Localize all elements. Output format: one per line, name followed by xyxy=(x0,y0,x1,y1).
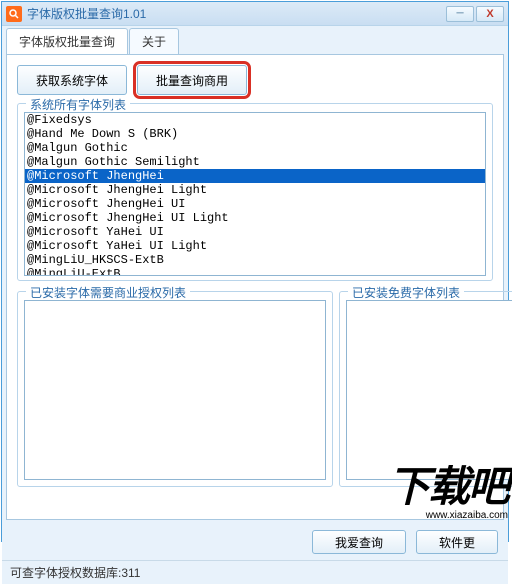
free-fonts-legend: 已安装免费字体列表 xyxy=(348,284,464,301)
need-license-listbox[interactable] xyxy=(24,300,326,480)
close-button[interactable]: X xyxy=(476,6,504,22)
font-list-item[interactable]: @MingLiU_HKSCS-ExtB xyxy=(25,253,485,267)
free-fonts-group: 已安装免费字体列表 xyxy=(339,291,512,487)
font-list-item[interactable]: @Microsoft YaHei UI Light xyxy=(25,239,485,253)
app-window: 字体版权批量查询1.01 ─ X 字体版权批量查询 关于 获取系统字体 批量查询… xyxy=(1,1,509,542)
all-fonts-listbox[interactable]: @Fixedsys@Hand Me Down S (BRK)@Malgun Go… xyxy=(24,112,486,276)
font-list-item[interactable]: @Fixedsys xyxy=(25,113,485,127)
font-list-item[interactable]: @Microsoft YaHei UI xyxy=(25,225,485,239)
font-list-item[interactable]: @Malgun Gothic xyxy=(25,141,485,155)
need-license-group: 已安装字体需要商业授权列表 xyxy=(17,291,333,487)
font-list-item[interactable]: @Microsoft JhengHei UI Light xyxy=(25,211,485,225)
status-bar: 可查字体授权数据库:311 xyxy=(2,560,508,584)
get-system-fonts-button[interactable]: 获取系统字体 xyxy=(17,65,127,95)
content-panel: 获取系统字体 批量查询商用 系统所有字体列表 @Fixedsys@Hand Me… xyxy=(6,54,504,520)
free-fonts-listbox[interactable] xyxy=(346,300,512,480)
batch-query-commercial-button[interactable]: 批量查询商用 xyxy=(137,65,247,95)
font-list-item[interactable]: @Microsoft JhengHei UI xyxy=(25,197,485,211)
bottom-button-bar: 我爱查询 软件更 xyxy=(2,524,508,560)
app-icon xyxy=(6,6,22,22)
all-fonts-legend: 系统所有字体列表 xyxy=(26,96,130,113)
window-title: 字体版权批量查询1.01 xyxy=(27,5,446,22)
font-list-item[interactable]: @Hand Me Down S (BRK) xyxy=(25,127,485,141)
titlebar: 字体版权批量查询1.01 ─ X xyxy=(2,2,508,26)
font-list-item[interactable]: @Malgun Gothic Semilight xyxy=(25,155,485,169)
love-query-button[interactable]: 我爱查询 xyxy=(312,530,406,554)
font-list-item[interactable]: @Microsoft JhengHei Light xyxy=(25,183,485,197)
minimize-button[interactable]: ─ xyxy=(446,6,474,22)
software-update-button[interactable]: 软件更 xyxy=(416,530,498,554)
need-license-legend: 已安装字体需要商业授权列表 xyxy=(26,284,190,301)
all-fonts-group: 系统所有字体列表 @Fixedsys@Hand Me Down S (BRK)@… xyxy=(17,103,493,281)
tab-main[interactable]: 字体版权批量查询 xyxy=(6,28,128,54)
tab-about[interactable]: 关于 xyxy=(129,28,179,54)
tab-bar: 字体版权批量查询 关于 xyxy=(2,26,508,54)
font-list-item[interactable]: @Microsoft JhengHei xyxy=(25,169,485,183)
font-list-item[interactable]: @MingLiU-ExtB xyxy=(25,267,485,275)
